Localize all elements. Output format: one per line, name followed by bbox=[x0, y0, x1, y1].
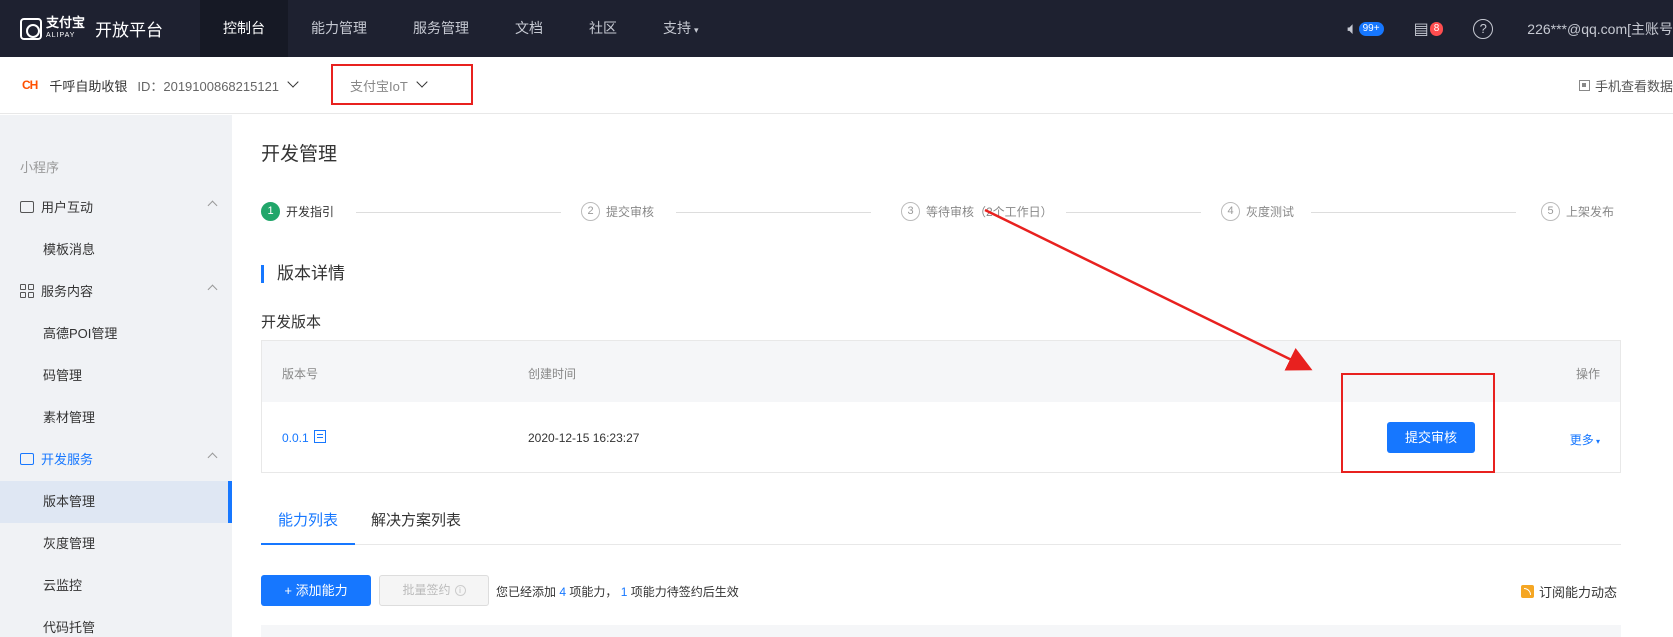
tabs: 能力列表 解决方案列表 bbox=[261, 505, 1621, 545]
version-link[interactable]: 0.0.1 bbox=[282, 429, 326, 445]
help-button[interactable]: ? bbox=[1473, 18, 1494, 39]
nav-community[interactable]: 社区 bbox=[566, 0, 640, 57]
sidebar-item-code-hosting[interactable]: 代码托管 bbox=[0, 607, 232, 637]
dev-version-title: 开发版本 bbox=[261, 314, 322, 331]
clipboard-icon: ▤ bbox=[1413, 20, 1429, 38]
sidebar-item-monitor[interactable]: 云监控 bbox=[0, 565, 232, 607]
step-connector bbox=[1066, 212, 1201, 213]
message-badge: 99+ bbox=[1358, 21, 1384, 36]
step-publish: 5 上架发布 bbox=[1541, 202, 1614, 221]
todo-button[interactable]: ▤ 8 bbox=[1414, 19, 1444, 39]
rss-icon bbox=[1520, 585, 1534, 598]
message-sound-button[interactable]: 🔈︎ 99+ bbox=[1347, 18, 1384, 39]
code-icon bbox=[20, 452, 34, 465]
brand[interactable]: 支付宝 ALIPAY 开放平台 bbox=[0, 0, 200, 57]
created-time: 2020-12-15 16:23:27 bbox=[528, 431, 640, 445]
step-connector bbox=[356, 212, 561, 213]
main-menu: 控制台 能力管理 服务管理 文档 社区 支持 ▾ bbox=[200, 0, 722, 57]
table-header: 版本号 创建时间 操作 bbox=[262, 341, 1620, 402]
sidebar-item-version[interactable]: 版本管理 bbox=[0, 481, 232, 523]
app-id: ID：2019100868215121 bbox=[137, 78, 280, 94]
help-icon: ? bbox=[1473, 18, 1494, 39]
col-version: 版本号 bbox=[282, 367, 319, 381]
table-row: 0.0.1 2020-12-15 16:23:27 提交审核 更多 ▾ bbox=[262, 402, 1620, 472]
sidebar-section-service-content[interactable]: 服务内容 bbox=[20, 281, 218, 300]
sidebar-section-user-interaction[interactable]: 用户互动 bbox=[20, 197, 218, 216]
tab-solution-list[interactable]: 解决方案列表 bbox=[371, 505, 461, 545]
page-title: 开发管理 bbox=[261, 144, 338, 165]
brand-name: 支付宝 ALIPAY bbox=[46, 14, 86, 39]
sidebar-item-gray[interactable]: 灰度管理 bbox=[0, 523, 232, 565]
progress-steps: 1 开发指引 2 提交审核 3 等待审核（2个工作日） 4 灰度测试 5 上架发布 bbox=[261, 202, 1614, 222]
chevron-down-icon bbox=[416, 76, 428, 88]
mobile-view-link[interactable]: 手机查看数据 bbox=[1578, 57, 1673, 114]
step-connector bbox=[676, 212, 871, 213]
nav-support[interactable]: 支持 ▾ bbox=[640, 0, 722, 57]
chevron-up-icon bbox=[207, 200, 218, 211]
version-table: 版本号 创建时间 操作 0.0.1 2020-12-15 16:23:27 提交… bbox=[261, 340, 1621, 473]
nav-dashboard[interactable]: 控制台 bbox=[200, 0, 288, 57]
platform-select[interactable]: 支付宝IoT bbox=[332, 64, 472, 106]
app-logo: CH bbox=[22, 78, 38, 92]
step-gray-test: 4 灰度测试 bbox=[1221, 202, 1294, 221]
sidebar-item-material[interactable]: 素材管理 bbox=[0, 397, 232, 439]
document-icon bbox=[313, 429, 326, 443]
nav-capability[interactable]: 能力管理 bbox=[288, 0, 390, 57]
sidebar-item-template-message[interactable]: 模板消息 bbox=[0, 229, 232, 271]
subscribe-link[interactable]: 订阅能力动态 bbox=[1520, 582, 1617, 601]
chevron-up-icon bbox=[207, 284, 218, 295]
step-submit-review: 2 提交审核 bbox=[581, 202, 654, 221]
speaker-icon: 🔈︎ bbox=[1347, 18, 1358, 38]
sidebar: 小程序 用户互动 模板消息 服务内容 高德POI管理 码管理 素材管理 开发服务… bbox=[0, 115, 232, 637]
sidebar-item-poi[interactable]: 高德POI管理 bbox=[0, 313, 232, 355]
col-action: 操作 bbox=[1575, 367, 1600, 381]
tab-capability-list[interactable]: 能力列表 bbox=[261, 505, 355, 545]
capability-toolbar: + 添加能力 批量签约 i 您已经添加 4 项能力， 1 项能力待签约后生效 订阅… bbox=[261, 575, 1621, 608]
app-switch-chevron-icon[interactable] bbox=[287, 76, 299, 88]
submit-review-button[interactable]: 提交审核 bbox=[1387, 422, 1475, 453]
step-connector bbox=[1311, 212, 1516, 213]
chevron-up-icon bbox=[207, 452, 218, 463]
sidebar-item-code[interactable]: 码管理 bbox=[0, 355, 232, 397]
add-capability-button[interactable]: + 添加能力 bbox=[261, 575, 371, 606]
step-dev-guide: 1 开发指引 bbox=[261, 202, 334, 221]
col-created: 创建时间 bbox=[528, 367, 577, 381]
nav-docs[interactable]: 文档 bbox=[492, 0, 566, 57]
nav-service[interactable]: 服务管理 bbox=[390, 0, 492, 57]
user-account[interactable]: 226***@qq.com[主账号 bbox=[1527, 19, 1673, 39]
todo-badge: 8 bbox=[1429, 21, 1444, 36]
grid-icon bbox=[20, 283, 34, 298]
top-nav: 支付宝 ALIPAY 开放平台 控制台 能力管理 服务管理 文档 社区 支持 ▾ … bbox=[0, 0, 1673, 57]
more-dropdown[interactable]: 更多 ▾ bbox=[1570, 431, 1600, 448]
caret-down-icon: ▾ bbox=[694, 25, 699, 35]
sidebar-section-dev-service[interactable]: 开发服务 bbox=[20, 449, 218, 468]
app-name[interactable]: 千呼自助收银 bbox=[49, 76, 127, 95]
batch-sign-button[interactable]: 批量签约 i bbox=[379, 575, 489, 606]
platform-title: 开放平台 bbox=[95, 21, 164, 40]
section-title: 版本详情 bbox=[261, 265, 345, 283]
sidebar-group-title: 小程序 bbox=[20, 160, 60, 175]
step-wait-review: 3 等待审核（2个工作日） bbox=[901, 202, 1053, 221]
message-icon bbox=[20, 200, 34, 213]
capability-notice: 您已经添加 4 项能力， 1 项能力待签约后生效 bbox=[496, 585, 739, 599]
app-header: CH 千呼自助收银 ID：2019100868215121 支付宝IoT 手机查… bbox=[0, 57, 1673, 114]
capability-table-header bbox=[261, 625, 1621, 637]
qrcode-icon bbox=[1578, 80, 1590, 91]
caret-down-icon: ▾ bbox=[1593, 437, 1600, 446]
info-icon: i bbox=[454, 585, 466, 597]
alipay-logo-icon bbox=[20, 17, 42, 40]
main-content: 开发管理 1 开发指引 2 提交审核 3 等待审核（2个工作日） 4 灰度测试 5 上架发… bbox=[232, 115, 1673, 637]
